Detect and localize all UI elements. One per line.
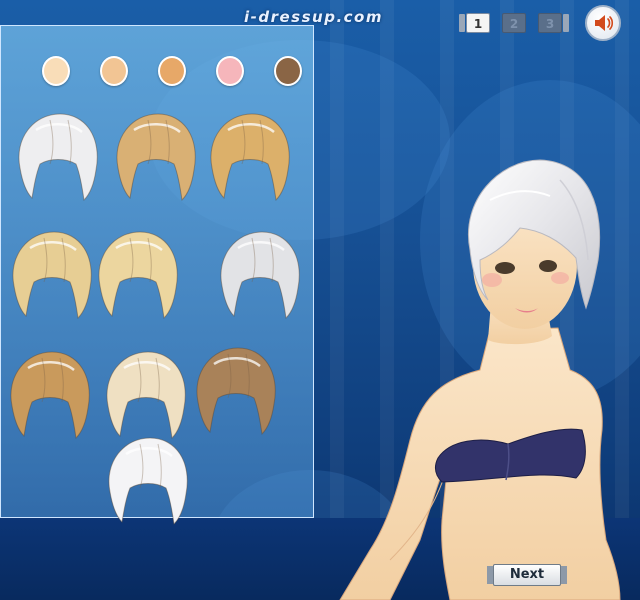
page-1-button[interactable]: 1 (466, 13, 490, 33)
next-button[interactable]: Next (487, 563, 567, 587)
hair-two-tone-pageboy[interactable] (98, 346, 194, 442)
hair-side-swept-honey-bob[interactable] (108, 108, 204, 204)
hair-white-mushroom[interactable] (100, 432, 196, 528)
skin-tone-swatch[interactable] (42, 56, 70, 86)
skin-tone-swatch[interactable] (158, 56, 186, 86)
hair-wavy-blonde-shag[interactable] (4, 226, 100, 322)
page-bracket-right (563, 14, 569, 32)
hair-golden-blunt-bob[interactable] (202, 108, 298, 204)
skin-tone-swatch[interactable] (216, 56, 244, 86)
page-2-button[interactable]: 2 (502, 13, 526, 33)
sound-toggle-button[interactable] (585, 5, 621, 41)
skin-tone-swatch[interactable] (100, 56, 128, 86)
next-button-label: Next (509, 567, 545, 582)
hair-short-platinum-bob[interactable] (10, 108, 106, 204)
hair-ash-brown-bob[interactable] (188, 342, 284, 438)
speaker-icon (595, 15, 614, 31)
dressup-model (339, 159, 621, 600)
hair-silver-choppy[interactable] (212, 226, 308, 322)
skin-tone-swatch[interactable] (274, 56, 302, 86)
site-logo: i-dressup.com (244, 8, 383, 26)
hair-long-caramel-bob[interactable] (2, 346, 98, 442)
next-button-cap-right (561, 566, 567, 584)
page-bracket-left (459, 14, 465, 32)
hair-curly-blonde-bob[interactable] (90, 226, 186, 322)
page-3-button[interactable]: 3 (538, 13, 562, 33)
